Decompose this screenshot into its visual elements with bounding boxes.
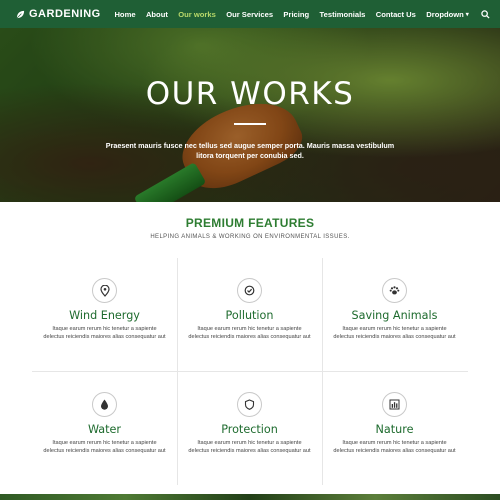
nav-item-about[interactable]: About xyxy=(141,10,173,19)
feature-text: Itaque earum rerum hic tenetur a sapient… xyxy=(333,326,456,340)
search-icon[interactable] xyxy=(480,9,490,19)
feature-text: Itaque earum rerum hic tenetur a sapient… xyxy=(333,440,456,454)
top-navbar: GARDENING Home About Our works Our Servi… xyxy=(0,0,500,28)
features-subheading: HELPING ANIMALS & WORKING ON ENVIRONMENT… xyxy=(150,234,350,240)
caret-down-icon: ▾ xyxy=(465,11,469,18)
nav-item-dropdown[interactable]: Dropdown ▾ xyxy=(421,10,474,19)
feature-card-water: Water Itaque earum rerum hic tenetur a s… xyxy=(32,372,177,485)
shield-icon xyxy=(237,392,262,417)
feature-card-nature: Nature Itaque earum rerum hic tenetur a … xyxy=(322,372,467,485)
feature-title: Water xyxy=(87,423,122,436)
features-heading: PREMIUM FEATURES xyxy=(185,216,315,230)
feature-title: Wind Energy xyxy=(69,309,140,322)
feature-card-saving-animals: Saving Animals Itaque earum rerum hic te… xyxy=(322,258,467,371)
nav-item-our-services[interactable]: Our Services xyxy=(221,10,278,19)
nav-item-home[interactable]: Home xyxy=(109,10,140,19)
check-circle-icon xyxy=(237,278,262,303)
nav-item-contact-us[interactable]: Contact Us xyxy=(371,10,421,19)
features-grid: Wind Energy Itaque earum rerum hic tenet… xyxy=(32,258,468,485)
feature-text: Itaque earum rerum hic tenetur a sapient… xyxy=(43,326,166,340)
feature-text: Itaque earum rerum hic tenetur a sapient… xyxy=(188,440,311,454)
bar-chart-icon xyxy=(382,392,407,417)
feature-card-wind-energy: Wind Energy Itaque earum rerum hic tenet… xyxy=(32,258,177,371)
feature-card-protection: Protection Itaque earum rerum hic tenetu… xyxy=(177,372,322,485)
nav-item-testimonials[interactable]: Testimonials xyxy=(314,10,370,19)
feature-text: Itaque earum rerum hic tenetur a sapient… xyxy=(43,440,166,454)
feature-title: Pollution xyxy=(225,309,274,322)
feature-title: Nature xyxy=(375,423,414,436)
water-drop-icon xyxy=(92,392,117,417)
dropdown-label: Dropdown xyxy=(426,9,464,19)
brand-logo[interactable]: GARDENING xyxy=(16,8,101,20)
title-divider xyxy=(234,123,266,125)
feature-title: Saving Animals xyxy=(351,309,438,322)
location-pin-icon xyxy=(92,278,117,303)
page-title: OUR WORKS xyxy=(145,76,355,112)
hero-overlay xyxy=(0,28,500,202)
nav-item-pricing[interactable]: Pricing xyxy=(278,10,314,19)
leaf-icon xyxy=(16,10,25,18)
feature-title: Protection xyxy=(221,423,278,436)
paw-icon xyxy=(382,278,407,303)
gallery-preview-strip xyxy=(0,494,500,500)
feature-text: Itaque earum rerum hic tenetur a sapient… xyxy=(188,326,311,340)
feature-card-pollution: Pollution Itaque earum rerum hic tenetur… xyxy=(177,258,322,371)
hero-banner: OUR WORKS Praesent mauris fusce nec tell… xyxy=(0,28,500,202)
nav-item-our-works[interactable]: Our works xyxy=(173,10,221,19)
brand-name: GARDENING xyxy=(29,8,101,20)
hero-text: Praesent mauris fusce nec tellus sed aug… xyxy=(105,141,395,160)
main-nav: Home About Our works Our Services Pricin… xyxy=(109,9,490,19)
